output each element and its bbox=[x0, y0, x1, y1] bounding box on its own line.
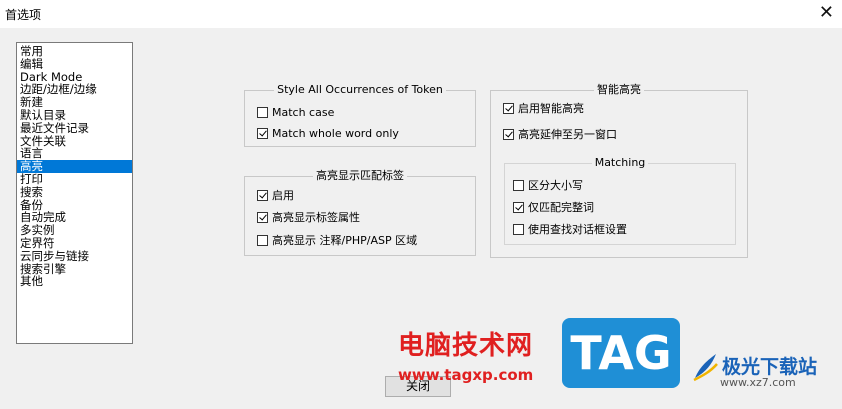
category-list[interactable]: 常用 编辑 Dark Mode 边距/边框/边缘 新建 默认目录 最近文件记录 文件关联 语言高… bbox=[16, 42, 133, 344]
window-title: 首选项 bbox=[5, 8, 42, 22]
style-token-group: Style All Occurrences of Token Match cas… bbox=[244, 83, 476, 147]
category-item[interactable]: 打印 bbox=[17, 173, 132, 186]
style-token-group-title: Style All Occurrences of Token bbox=[274, 83, 446, 96]
whole-word-checkbox[interactable]: 仅匹配完整词 bbox=[513, 199, 594, 215]
smart-enable-checkbox[interactable]: 启用智能高亮 bbox=[503, 100, 584, 116]
category-item[interactable]: 默认目录 bbox=[17, 109, 132, 122]
smart-extend-checkbox[interactable]: 高亮延伸至另一窗口 bbox=[503, 126, 617, 142]
category-item[interactable]: 搜索 bbox=[17, 185, 132, 199]
watermark-tag-logo: TAG bbox=[562, 318, 680, 388]
category-item[interactable]: 编辑 bbox=[17, 57, 132, 71]
tag-attr-box[interactable] bbox=[257, 211, 268, 223]
smart-enable-label: 启用智能高亮 bbox=[518, 102, 584, 115]
tag-enable-box[interactable] bbox=[257, 189, 268, 201]
use-find-settings-checkbox[interactable]: 使用查找对话框设置 bbox=[513, 221, 627, 237]
matching-group: Matching 区分大小写 仅匹配完整词 使用查找对话框设置 bbox=[504, 156, 736, 245]
comment-zone-box[interactable] bbox=[257, 234, 268, 246]
watermark-site-name: 电脑技术网 bbox=[398, 331, 534, 361]
tag-highlight-group-title: 高亮显示匹配标签 bbox=[313, 169, 407, 182]
smart-highlight-group: 智能高亮 启用智能高亮 高亮延伸至另一窗口 Matching 区分大小写 仅匹配… bbox=[490, 83, 748, 258]
matching-group-title: Matching bbox=[591, 156, 649, 169]
watermark-brand-name: 极光下载站 bbox=[722, 356, 818, 378]
case-sensitive-label: 区分大小写 bbox=[528, 179, 583, 192]
category-item[interactable]: 常用 bbox=[17, 45, 132, 58]
aurora-logo-icon bbox=[693, 354, 718, 382]
tag-enable-checkbox[interactable]: 启用 bbox=[257, 187, 294, 203]
smart-extend-label: 高亮延伸至另一窗口 bbox=[518, 128, 617, 141]
match-whole-word-checkbox[interactable]: Match whole word only bbox=[257, 127, 399, 140]
category-item[interactable]: 其他 bbox=[17, 275, 132, 288]
category-item[interactable]: 定界符 bbox=[17, 237, 132, 250]
comment-zone-label: 高亮显示 注释/PHP/ASP 区域 bbox=[272, 234, 418, 247]
category-item[interactable]: 最近文件记录 bbox=[17, 121, 132, 135]
smart-extend-box[interactable] bbox=[503, 128, 514, 140]
match-whole-word-label: Match whole word only bbox=[272, 127, 399, 140]
watermark-brand-logo: 极光下载站 www.xz7.com bbox=[692, 346, 832, 396]
tag-attr-label: 高亮显示标签属性 bbox=[272, 211, 360, 224]
match-case-box[interactable] bbox=[257, 107, 268, 118]
title-bar: 首选项 ✕ bbox=[0, 0, 842, 28]
whole-word-box[interactable] bbox=[513, 201, 524, 213]
use-find-settings-box[interactable] bbox=[513, 223, 524, 235]
smart-highlight-group-title: 智能高亮 bbox=[594, 83, 644, 96]
case-sensitive-box[interactable] bbox=[513, 179, 524, 191]
match-whole-word-box[interactable] bbox=[257, 128, 268, 139]
whole-word-label: 仅匹配完整词 bbox=[528, 201, 594, 214]
tag-highlight-group: 高亮显示匹配标签 启用 高亮显示标签属性 高亮显示 注释/PHP/ASP 区域 bbox=[244, 169, 476, 256]
tag-enable-label: 启用 bbox=[272, 189, 294, 202]
match-case-label: Match case bbox=[272, 106, 335, 119]
comment-zone-checkbox[interactable]: 高亮显示 注释/PHP/ASP 区域 bbox=[257, 232, 417, 248]
tag-attr-checkbox[interactable]: 高亮显示标签属性 bbox=[257, 209, 360, 225]
use-find-settings-label: 使用查找对话框设置 bbox=[528, 223, 627, 236]
watermark-brand-url: www.xz7.com bbox=[720, 376, 796, 389]
watermark-site-url: www.tagxp.com bbox=[398, 366, 534, 384]
category-item[interactable]: 云同步与链接 bbox=[17, 249, 132, 263]
smart-enable-box[interactable] bbox=[503, 102, 514, 114]
case-sensitive-checkbox[interactable]: 区分大小写 bbox=[513, 177, 583, 193]
close-icon[interactable]: ✕ bbox=[819, 2, 834, 24]
match-case-checkbox[interactable]: Match case bbox=[257, 106, 334, 119]
